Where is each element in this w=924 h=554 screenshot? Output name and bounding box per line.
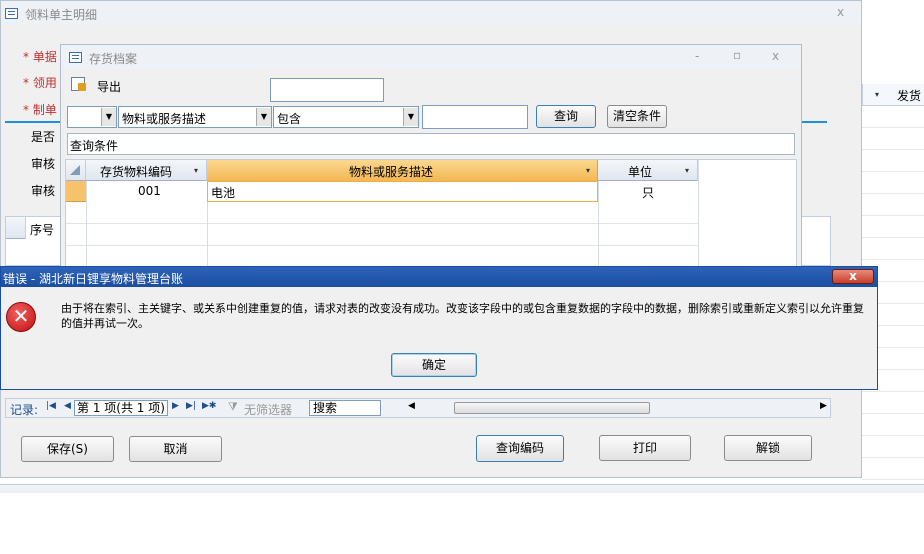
query-button-label: 查询 — [553, 109, 578, 123]
label-doc-no: * 单据 — [23, 50, 57, 64]
print-button[interactable]: 打印 — [599, 435, 691, 461]
minimize-icon[interactable]: - — [695, 49, 699, 63]
query-conditions-label: 查询条件 — [70, 139, 119, 153]
scroll-left-icon[interactable]: ◀ — [408, 401, 415, 411]
label-approver: 审核 — [31, 184, 56, 198]
subtable-corner[interactable] — [6, 217, 26, 239]
cell-description-text: 电池 — [211, 186, 236, 200]
record-search-input[interactable]: 搜索 — [309, 400, 381, 416]
form-icon — [69, 52, 82, 63]
column-header-description[interactable]: 物料或服务描述 ▾ — [207, 160, 598, 181]
ok-button[interactable]: 确定 — [391, 353, 477, 377]
column-header-unit-label: 单位 — [628, 165, 653, 179]
logic-select[interactable]: ▼ — [67, 106, 117, 128]
label-creator: * 制单 — [23, 103, 57, 117]
close-icon[interactable]: x — [837, 5, 844, 19]
chevron-down-icon[interactable]: ▼ — [101, 108, 116, 126]
clear-conditions-button[interactable]: 清空条件 — [607, 105, 667, 128]
maximize-icon[interactable]: ▫ — [733, 48, 741, 62]
query-button[interactable]: 查询 — [536, 105, 596, 128]
column-dropdown-icon[interactable]: ▾ — [875, 90, 879, 99]
column-dropdown-icon[interactable]: ▾ — [194, 166, 198, 175]
last-record-icon[interactable]: ▶| — [186, 401, 196, 411]
filter-icon: ⧩ — [228, 400, 238, 413]
col-line — [207, 202, 208, 271]
inventory-datasheet: 存货物料编码 ▾ 物料或服务描述 ▾ 单位 ▾ 001 电池 只 — [65, 159, 797, 271]
cancel-button[interactable]: 取消 — [129, 436, 222, 462]
close-icon: x — [849, 269, 857, 283]
export-path-input[interactable] — [270, 78, 384, 102]
cell-description[interactable]: 电池 — [207, 181, 598, 202]
col-line — [698, 160, 699, 271]
column-header-code-label: 存货物料编码 — [100, 165, 173, 179]
operator-select-value: 包含 — [277, 112, 302, 126]
main-titlebar: 领料单主明细 x — [1, 1, 861, 25]
clear-conditions-button-label: 清空条件 — [612, 109, 661, 123]
no-filter-label[interactable]: 无筛选器 — [244, 401, 292, 418]
save-button-label: 保存(S) — [47, 442, 88, 456]
filter-value-input[interactable] — [422, 105, 528, 129]
export-label[interactable]: 导出 — [97, 78, 121, 95]
unlock-button[interactable]: 解锁 — [724, 435, 812, 461]
error-icon: ✕ — [6, 302, 36, 332]
first-record-icon[interactable]: |◀ — [46, 401, 56, 411]
export-icon[interactable] — [71, 77, 86, 91]
column-dropdown-icon[interactable]: ▾ — [685, 166, 689, 175]
cell-code[interactable]: 001 — [138, 184, 161, 198]
chevron-down-icon[interactable]: ▼ — [256, 108, 271, 126]
record-nav-bar: 记录: |◀ ◀ 第 1 项(共 1 项) ▶ ▶| ▶✱ ⧩ 无筛选器 搜索 … — [5, 398, 831, 418]
column-header-unit[interactable]: 单位 ▾ — [598, 160, 698, 181]
unlock-button-label: 解锁 — [755, 441, 780, 455]
bottom-tab-strip — [0, 484, 924, 493]
error-message: 由于将在索引、主关键字、或关系中创建重复的值，请求对表的改变没有成功。改变该字段… — [61, 302, 864, 330]
next-record-icon[interactable]: ▶ — [172, 401, 179, 411]
error-dialog: 错误 - 湖北新日锂享物料管理台账 x ✕ 由于将在索引、主关键字、或关系中创建… — [0, 266, 878, 390]
cell-unit[interactable]: 只 — [642, 184, 654, 201]
col-line — [598, 181, 599, 271]
prev-record-icon[interactable]: ◀ — [64, 401, 71, 411]
label-requisition: * 领用 — [23, 76, 57, 90]
chevron-down-icon[interactable]: ▼ — [403, 108, 418, 126]
empty-rows — [66, 202, 698, 270]
right-column-strip: ▾ 发货 — [862, 84, 924, 106]
new-record-icon[interactable]: ▶✱ — [202, 401, 216, 411]
close-icon[interactable]: x — [772, 49, 779, 63]
inventory-titlebar: 存货档案 - ▫ x — [61, 45, 801, 69]
cancel-button-label: 取消 — [163, 442, 188, 456]
record-nav-label: 记录: — [10, 403, 39, 417]
export-arrow-icon — [78, 83, 86, 91]
query-code-button-label: 查询编码 — [495, 441, 544, 455]
close-button[interactable]: x — [832, 269, 874, 284]
ok-button-label: 确定 — [421, 358, 446, 372]
right-header-col[interactable]: 发货 — [897, 87, 921, 104]
col-line — [86, 181, 87, 271]
column-header-code[interactable]: 存货物料编码 ▾ — [86, 160, 207, 181]
table-row[interactable]: 001 电池 只 — [86, 181, 698, 202]
print-button-label: 打印 — [632, 441, 657, 455]
subtable-header-seq[interactable]: 序号 — [30, 221, 54, 238]
query-conditions-box: 查询条件 — [67, 133, 795, 155]
error-titlebar: 错误 - 湖北新日锂享物料管理台账 x — [1, 267, 877, 287]
scroll-right-icon[interactable]: ▶ — [820, 401, 827, 411]
horizontal-scrollbar-thumb[interactable] — [454, 402, 650, 414]
form-icon — [5, 8, 18, 19]
field-select-value: 物料或服务描述 — [122, 112, 207, 126]
main-window-title: 领料单主明细 — [25, 8, 98, 22]
inventory-window: 存货档案 - ▫ x 导出 ▼ 物料或服务描述 ▼ 包含 ▼ 查询 清空条件 查… — [60, 44, 802, 271]
record-position[interactable]: 第 1 项(共 1 项) — [74, 400, 168, 416]
select-all-icon — [70, 165, 80, 175]
error-dialog-title: 错误 - 湖北新日锂享物料管理台账 — [3, 272, 183, 286]
datasheet-corner[interactable] — [66, 160, 86, 181]
label-whether: 是否 — [31, 130, 56, 144]
save-button[interactable]: 保存(S) — [21, 436, 114, 462]
column-header-description-label: 物料或服务描述 — [349, 165, 434, 179]
query-code-button[interactable]: 查询编码 — [476, 435, 564, 462]
operator-select[interactable]: 包含 ▼ — [273, 106, 419, 128]
inventory-window-title: 存货档案 — [89, 52, 138, 66]
row-selector[interactable] — [66, 181, 86, 202]
field-select[interactable]: 物料或服务描述 ▼ — [118, 106, 272, 128]
column-dropdown-icon[interactable]: ▾ — [586, 166, 590, 175]
label-approval-date: 审核 — [31, 157, 56, 171]
